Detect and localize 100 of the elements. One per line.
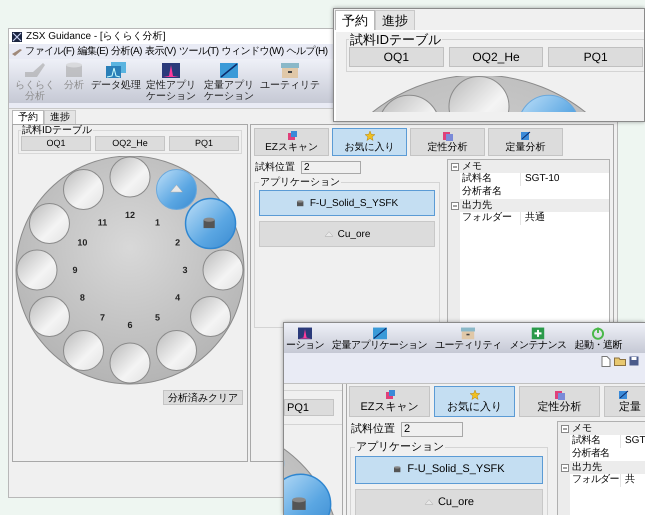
cylinder-icon (296, 198, 306, 208)
method-tab[interactable]: 定性分析 (410, 128, 485, 156)
menu-item[interactable]: 表示(V) (144, 46, 176, 56)
pen-icon (12, 48, 22, 56)
menu-item[interactable]: 分析(A) (111, 46, 142, 56)
method-tab[interactable]: EZスキャン (349, 386, 430, 417)
category-label: メモ (462, 160, 482, 172)
application-button[interactable]: F-U_Solid_S_YSFK (355, 456, 543, 484)
method-tab[interactable]: 定量分析 (488, 128, 563, 156)
toolbar-button[interactable]: 定量アプリケーション (201, 61, 257, 102)
sample-id-button[interactable]: PQ1 (548, 47, 644, 67)
method-tab[interactable]: お気に入り (332, 128, 407, 156)
category-label: 出力先 (462, 200, 492, 212)
sample-slot[interactable] (16, 250, 58, 290)
menu-item[interactable]: ツール(T) (178, 46, 219, 56)
sample-id-button[interactable]: OQ1 (349, 47, 444, 67)
sample-slot[interactable] (110, 342, 150, 384)
menu-item[interactable]: ファイル(F) (25, 46, 74, 56)
slot-number: 1 (155, 217, 160, 228)
line-graph-icon (370, 326, 388, 340)
toolbar-button[interactable]: ーション (286, 326, 324, 351)
collapse-icon[interactable] (451, 162, 459, 170)
property-name: フォルダー (461, 212, 513, 225)
sample-slot[interactable] (28, 203, 70, 244)
tab[interactable]: 予約 (335, 10, 375, 30)
sample-id-button[interactable]: PQ1 (284, 399, 334, 416)
star-icon (470, 390, 480, 400)
slot-number: 11 (98, 217, 108, 228)
sample-slot[interactable] (110, 156, 150, 198)
property-name: 試料名 (461, 173, 493, 186)
collapse-icon[interactable] (561, 464, 569, 472)
application-button[interactable]: F-U_Solid_S_YSFK (259, 190, 435, 216)
sample-id-button[interactable]: OQ2_He (95, 136, 165, 151)
collapse-icon[interactable] (451, 202, 459, 210)
cone-icon (170, 184, 182, 192)
method-tab[interactable]: お気に入り (434, 386, 515, 417)
property-value: 共 (620, 474, 635, 487)
sample-slot[interactable] (156, 168, 197, 210)
slot-number: 9 (72, 265, 78, 275)
sample-slot[interactable] (202, 250, 244, 290)
toolbar-button[interactable]: ユーティリテ (259, 61, 321, 91)
collapse-icon[interactable] (561, 424, 569, 432)
group-label: アプリケーション (355, 440, 445, 455)
application-button[interactable]: Cu_ore (355, 488, 543, 515)
graph-window-icon (520, 131, 530, 141)
hand-icon (24, 61, 46, 79)
clear-button[interactable]: 分析済みクリア (163, 390, 243, 405)
scan-icon (384, 390, 394, 400)
sample-id-button[interactable]: PQ1 (169, 136, 239, 151)
tab[interactable]: 進捗 (44, 110, 76, 124)
property-value: 共通 (520, 212, 545, 225)
sample-slot[interactable] (63, 168, 104, 210)
application-button[interactable]: Cu_ore (259, 221, 435, 247)
slot-number: 4 (175, 292, 180, 302)
category-label: 出力先 (572, 462, 602, 474)
peak-chart-icon (296, 326, 314, 340)
star-icon (364, 131, 374, 141)
property-name: フォルダー (571, 474, 620, 487)
logo-icon (12, 32, 22, 42)
group-label: 試料IDテーブル (21, 125, 93, 136)
menu-item[interactable]: ヘルプ(H) (286, 46, 328, 56)
method-tab[interactable]: 定性分析 (519, 386, 600, 417)
category-label: メモ (572, 422, 592, 434)
folder-icon (614, 356, 626, 366)
sample-slot[interactable] (156, 330, 197, 372)
toolbar-button[interactable]: 定性アプリケーション (143, 61, 199, 102)
sample-position-field[interactable]: 2 (301, 160, 361, 174)
toolbar-button[interactable]: 起動・遮断 (574, 326, 622, 351)
method-tab[interactable]: 定量 (604, 386, 645, 417)
window-title: ZSX Guidance - [らくらく分析] (26, 32, 166, 42)
method-tab[interactable]: EZスキャン (254, 128, 329, 156)
sample-position-field[interactable]: 2 (401, 422, 463, 437)
save-icon (629, 356, 639, 366)
graph-window-icon (619, 390, 629, 400)
property-name: 分析者名 (571, 448, 611, 461)
toolbar-button[interactable]: ユーティリティ (435, 326, 502, 351)
toolbar-button[interactable]: 定量アプリケーション (332, 326, 427, 351)
sample-id-button[interactable]: OQ2_He (448, 47, 544, 67)
menu-item[interactable]: 編集(E) (77, 46, 108, 56)
scan-icon (286, 131, 296, 141)
line-graph-icon (218, 61, 240, 79)
slot-number: 7 (100, 312, 105, 323)
sample-slot[interactable] (28, 296, 70, 337)
sample-id-button[interactable]: OQ1 (21, 136, 91, 151)
document-icon (601, 356, 611, 366)
slot-number: 8 (80, 292, 85, 302)
cylinder-icon (63, 61, 85, 79)
sample-slot[interactable] (190, 296, 232, 337)
field-label: 試料位置 (255, 160, 295, 174)
toolbar-button[interactable]: メンテナンス (510, 326, 566, 351)
cylinder-icon (393, 465, 404, 474)
tab[interactable]: 予約 (12, 110, 44, 124)
slot-number: 10 (77, 238, 88, 248)
toolbar-button[interactable]: データ処理 (91, 61, 141, 91)
menu-item[interactable]: ウィンドウ(W) (222, 46, 284, 56)
tab[interactable]: 進捗 (375, 10, 415, 30)
sample-slot[interactable] (63, 330, 104, 372)
sample-slot[interactable] (184, 198, 236, 250)
property-name: 分析者名 (461, 186, 503, 199)
slot-number: 6 (128, 320, 132, 330)
